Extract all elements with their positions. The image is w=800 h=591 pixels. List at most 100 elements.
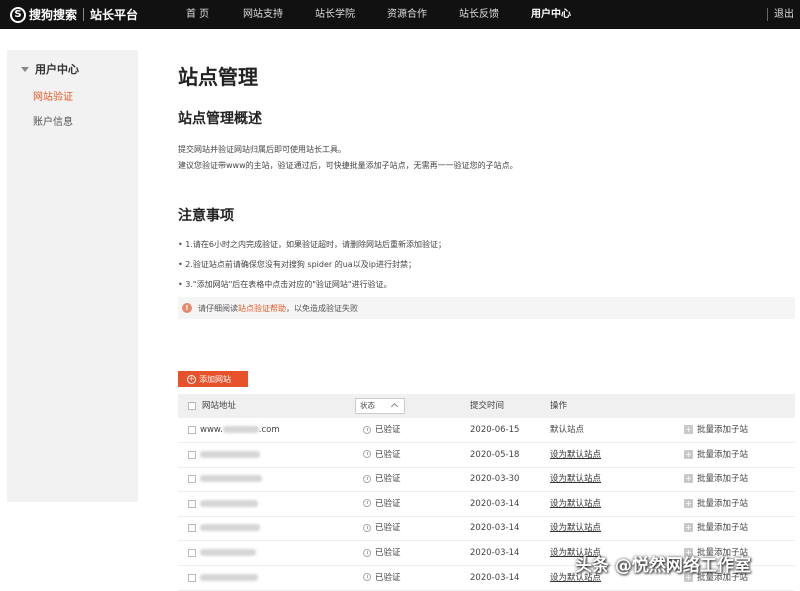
plus-icon: + [684,523,693,533]
plus-icon: + [684,474,693,484]
page-title: 站点管理 [178,65,258,89]
status-text: 已验证 [375,425,401,435]
nav-site-support[interactable]: 网站支持 [243,0,283,29]
site-url [200,566,258,591]
default-site-label: 默认站点 [550,425,585,435]
overview-text: 提交网站并验证网站归属后即可使用站长工具。 建议您验证带www的主站，验证通过后… [178,142,518,174]
site-url [200,467,262,492]
plus-circle-icon: + [187,374,196,384]
clock-icon [363,573,371,582]
nav-feedback[interactable]: 站长反馈 [459,0,499,29]
sidebar-heading[interactable]: 用户中心 [21,61,79,77]
status-cell: 已验证 [363,541,401,566]
platform-name: 站长平台 [90,8,139,22]
status-text: 已验证 [375,449,401,460]
table-row: 已验证 2020-05-18 设为默认站点 + 批量添加子站 [178,443,795,468]
clock-icon [363,548,371,557]
note-item: • 3."添加网站"后在表格中点击对应的"验证网站"进行验证。 [178,280,392,289]
submit-time: 2020-03-14 [470,572,520,583]
row-checkbox[interactable] [188,549,196,557]
status-text: 已验证 [375,572,401,583]
blurred-url [200,573,258,581]
status-text: 已验证 [375,498,401,509]
top-nav-bar: S 搜狗搜索 站长平台 首 页 网站支持 站长学院 资源合作 站长反馈 用户中心… [0,0,800,29]
nav-partnership[interactable]: 资源合作 [387,0,427,29]
blurred-url [200,475,262,483]
chevron-up-icon [390,402,399,411]
warning-banner: ! 请仔细阅读 站点验证帮助 ，以免造成验证失败 [178,297,795,319]
table-row: www. .com 已验证 2020-06-15 默认站点 + 批量添加子站 [178,418,795,443]
clock-icon [363,425,371,434]
site-url [200,541,256,566]
nav-user-center[interactable]: 用户中心 [531,0,571,29]
select-all-checkbox[interactable] [188,402,196,410]
note-item: • 1.请在6小时之内完成验证，如果验证超时，请删除网站后重新添加验证； [178,240,446,249]
sidebar-heading-label: 用户中心 [35,63,79,76]
overview-line: 建议您验证带www的主站，验证通过后，可快捷批量添加子站点，无需再一一验证您的子… [178,161,518,170]
site-url-prefix: www. [200,425,223,435]
logo-divider [83,8,85,21]
warning-text-suffix: ，以免造成验证失败 [286,303,358,313]
submit-time: 2020-03-30 [470,474,520,485]
verify-help-link[interactable]: 站点验证帮助 [238,303,286,314]
batch-add-subsite-button[interactable]: + 批量添加子站 [684,467,748,492]
batch-add-label: 批量添加子站 [697,498,749,509]
note-item: • 2.验证站点前请确保您没有对搜狗 spider 的ua以及ip进行封禁； [178,260,417,269]
nav-academy[interactable]: 站长学院 [315,0,355,29]
blurred-url [200,499,258,507]
row-checkbox[interactable] [188,475,196,484]
col-header-url: 网站地址 [202,401,237,411]
row-checkbox[interactable] [188,573,196,582]
logout-link[interactable]: 退出 [774,0,794,29]
blurred-url [200,524,260,532]
batch-add-label: 批量添加子站 [697,523,749,534]
batch-add-subsite-button[interactable]: + 批量添加子站 [684,443,748,468]
batch-add-subsite-button[interactable]: + 批量添加子站 [684,516,748,541]
set-default-link[interactable]: 设为默认站点 [550,443,601,468]
submit-time: 2020-03-14 [470,523,520,534]
row-checkbox[interactable] [188,499,196,508]
plus-icon: + [684,498,693,508]
clock-icon [363,450,371,459]
caret-down-icon [21,66,29,72]
row-checkbox[interactable] [188,524,196,533]
site-url [200,443,260,468]
status-cell: 已验证 [363,492,401,517]
watermark: 头条 @悦然网络工作室 [575,556,751,576]
submit-time: 2020-05-18 [470,449,520,460]
add-site-button[interactable]: + 添加网站 [178,371,248,387]
nav-divider [767,8,768,21]
submit-time: 2020-03-14 [470,548,520,558]
plus-icon: + [684,449,693,459]
set-default-link[interactable]: 设为默认站点 [550,467,601,492]
sidebar: 用户中心 网站验证 账户信息 [7,50,138,502]
blurred-url [222,426,259,433]
status-cell: 已验证 [363,516,401,541]
status-filter-select[interactable]: 状态 [355,398,405,414]
site-url [200,516,260,541]
col-header-action: 操作 [550,401,568,411]
status-text: 已验证 [375,523,401,534]
clock-icon [363,499,371,508]
table-row: 已验证 2020-03-30 设为默认站点 + 批量添加子站 [178,467,795,493]
sogou-logo[interactable]: S 搜狗搜索 站长平台 [10,4,138,25]
batch-add-subsite-button[interactable]: + 批量添加子站 [684,418,748,443]
batch-add-label: 批量添加子站 [697,474,749,485]
row-checkbox[interactable] [188,426,196,434]
set-default-link[interactable]: 设为默认站点 [550,516,601,541]
nav-home[interactable]: 首 页 [186,0,209,29]
table-header: 网站地址 状态 提交时间 操作 [178,394,795,418]
status-cell: 已验证 [363,467,401,492]
overview-line: 提交网站并验证网站归属后即可使用站长工具。 [178,145,346,154]
brand-name: 搜狗搜索 [29,8,78,22]
notes-heading: 注意事项 [178,208,234,224]
set-default-link[interactable]: 设为默认站点 [550,492,601,517]
status-filter-value: 状态 [360,401,375,410]
row-checkbox[interactable] [188,450,196,459]
sidebar-item-account-info[interactable]: 账户信息 [33,113,73,128]
site-url: www. .com [200,418,280,443]
status-text: 已验证 [375,474,401,485]
submit-time: 2020-06-15 [470,425,520,435]
batch-add-subsite-button[interactable]: + 批量添加子站 [684,492,748,517]
sidebar-item-site-verify[interactable]: 网站验证 [33,88,73,103]
